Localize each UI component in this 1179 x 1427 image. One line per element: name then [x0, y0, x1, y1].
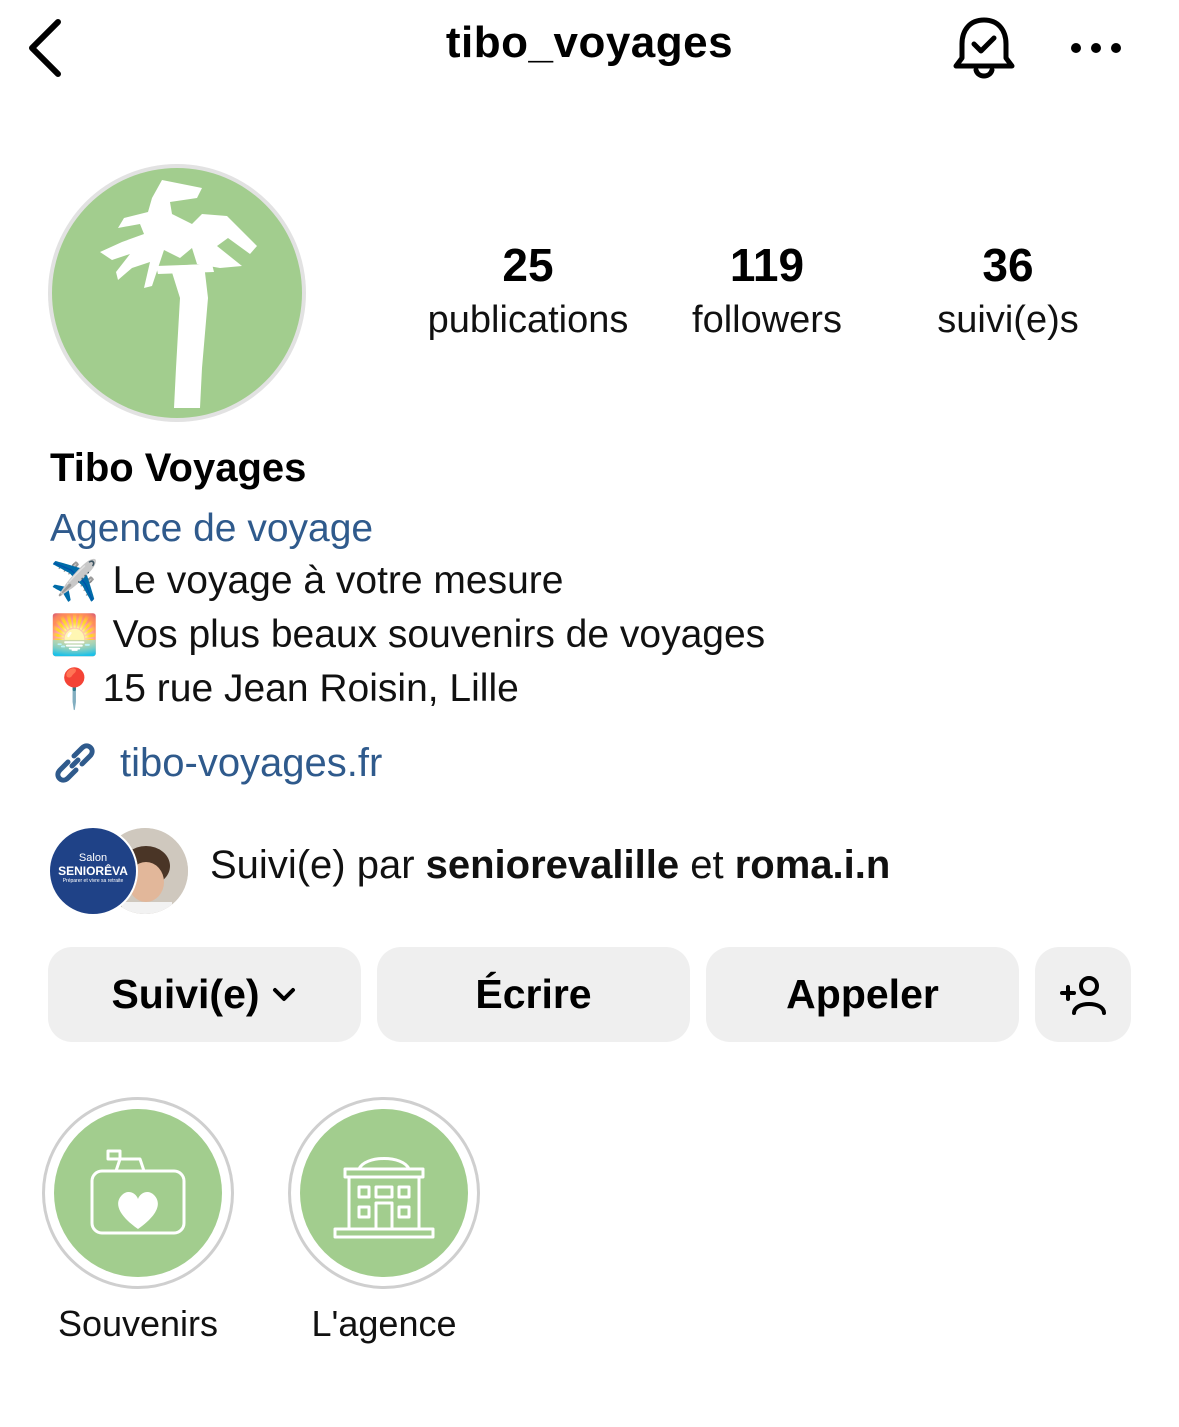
add-user-icon	[1060, 975, 1106, 1015]
stat-following[interactable]: 36 suivi(e)s	[906, 236, 1110, 346]
website-link[interactable]: tibo-voyages.fr	[48, 736, 382, 790]
story-highlight[interactable]: L'agence	[288, 1097, 480, 1345]
profile-avatar[interactable]	[48, 164, 306, 422]
following-label: suivi(e)s	[937, 299, 1079, 341]
highlight-ring	[42, 1097, 234, 1289]
call-button-label: Appeler	[786, 971, 939, 1017]
highlight-cover	[54, 1109, 222, 1277]
followed-by-prefix: Suivi(e) par	[210, 843, 426, 887]
following-button[interactable]: Suivi(e)	[48, 947, 361, 1042]
avatar-text: Préparer et vivre sa retraite	[62, 878, 124, 884]
following-count: 36	[982, 239, 1034, 291]
suggest-users-button[interactable]	[1035, 947, 1131, 1042]
posts-label: publications	[427, 299, 629, 341]
message-button[interactable]: Écrire	[377, 947, 690, 1042]
bio-line: 🌅 Vos plus beaux souvenirs de voyages	[50, 612, 765, 658]
bell-check-icon	[953, 17, 1015, 79]
avatar-text: SENIORÊVA	[58, 864, 128, 878]
highlight-cover	[300, 1109, 468, 1277]
mutual-follower-name[interactable]: seniorevalille	[426, 843, 679, 887]
pin-emoji-icon: 📍	[50, 668, 99, 711]
bio-line-text: Vos plus beaux souvenirs de voyages	[112, 613, 766, 656]
link-icon	[55, 743, 95, 783]
highlight-label: L'agence	[311, 1303, 457, 1344]
profile-name: Tibo Voyages	[50, 446, 307, 490]
notifications-button[interactable]	[948, 12, 1020, 84]
bio-line-text: Le voyage à votre mesure	[112, 559, 564, 602]
avatar-text: Salon	[78, 852, 108, 864]
bio-line: 📍 15 rue Jean Roisin, Lille	[50, 666, 519, 712]
message-button-label: Écrire	[475, 971, 592, 1017]
followed-by-joiner: et	[679, 843, 735, 887]
mutual-follower-name[interactable]: roma.i.n	[735, 843, 891, 887]
bio-line: ✈️ Le voyage à votre mesure	[50, 558, 563, 604]
more-options-button[interactable]	[1066, 28, 1126, 68]
following-button-label: Suivi(e)	[111, 971, 260, 1017]
mutual-followers-text[interactable]: Suivi(e) par seniorevalille et roma.i.n	[210, 843, 890, 888]
followers-count: 119	[729, 239, 805, 291]
camera-heart-icon	[90, 1149, 186, 1235]
mutual-followers-avatars[interactable]: Salon SENIORÊVA Préparer et vivre sa ret…	[48, 826, 190, 916]
followers-label: followers	[692, 299, 842, 341]
stat-posts[interactable]: 25 publications	[410, 236, 646, 346]
palm-tree-logo	[52, 168, 302, 418]
sunrise-emoji-icon: 🌅	[50, 614, 99, 657]
stat-followers[interactable]: 119 followers	[660, 236, 874, 346]
profile-category[interactable]: Agence de voyage	[50, 507, 373, 551]
website-link-text: tibo-voyages.fr	[120, 740, 383, 785]
highlight-label: Souvenirs	[57, 1303, 219, 1344]
call-button[interactable]: Appeler	[706, 947, 1019, 1042]
bio-line-text: 15 rue Jean Roisin, Lille	[102, 667, 519, 710]
avatar: Salon SENIORÊVA Préparer et vivre sa ret…	[48, 826, 138, 916]
posts-count: 25	[502, 239, 554, 291]
airplane-emoji-icon: ✈️	[50, 560, 99, 603]
story-highlight[interactable]: Souvenirs	[42, 1097, 234, 1345]
chevron-down-icon	[272, 987, 295, 1001]
highlight-ring	[288, 1097, 480, 1289]
building-icon	[333, 1157, 435, 1239]
more-horizontal-icon	[1071, 43, 1121, 53]
